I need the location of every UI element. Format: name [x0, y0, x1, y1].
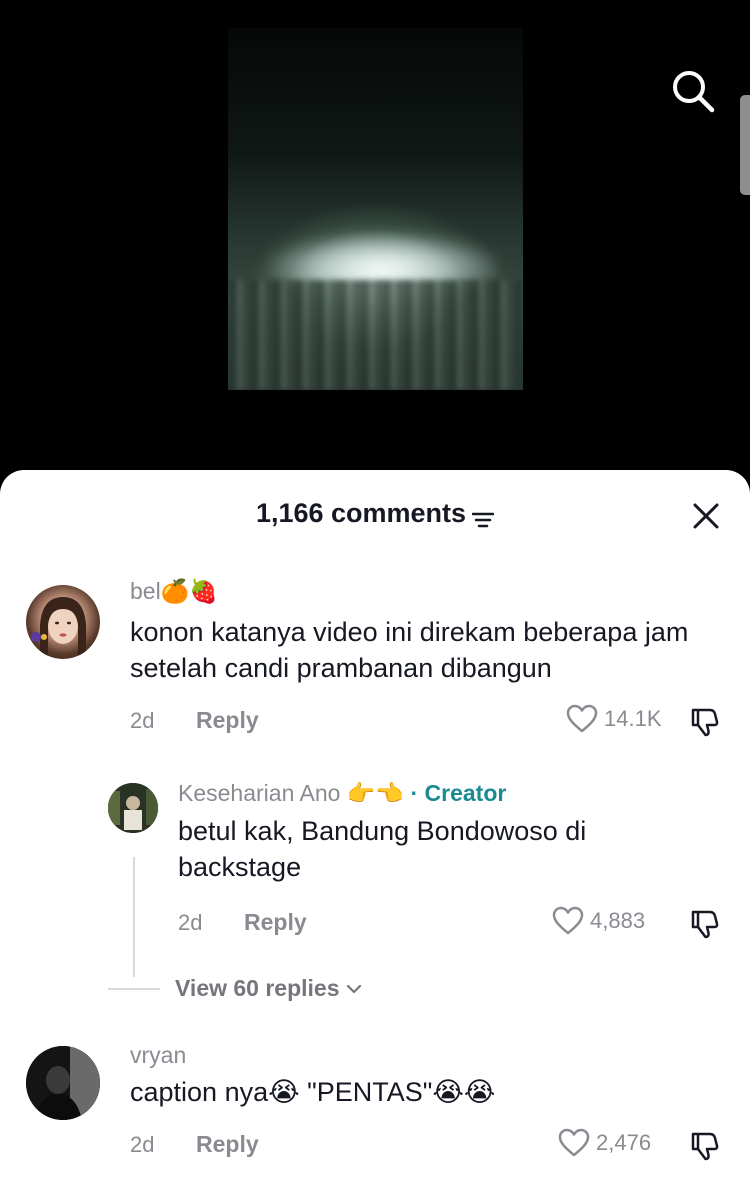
thread-line [133, 857, 135, 977]
comments-sheet: 1,166 comments bel🍊🍓 konon katanya video… [0, 470, 750, 1200]
like-button[interactable]: 14.1K [566, 704, 662, 734]
comment-username[interactable]: vryan [130, 1042, 186, 1069]
comment-time: 2d [130, 1132, 155, 1157]
heart-icon [552, 906, 584, 935]
reply-button[interactable]: Reply [244, 909, 307, 936]
view-replies-button[interactable]: View 60 replies [175, 975, 362, 1002]
comment-item: vryan caption nya😭 "PENTAS"😭😭 2d Reply 2… [0, 1030, 750, 1200]
comment-time: 2d [178, 910, 203, 935]
reply-button[interactable]: Reply [196, 707, 259, 734]
video-player[interactable] [228, 28, 523, 390]
like-count: 14.1K [604, 706, 662, 731]
like-count: 2,476 [596, 1130, 652, 1155]
creator-badge: · Creator [410, 780, 507, 806]
like-button[interactable]: 4,883 [552, 906, 645, 936]
comment-text: betul kak, Bandung Bondowoso di backstag… [178, 816, 587, 882]
avatar[interactable] [26, 1046, 100, 1120]
dislike-icon[interactable] [688, 908, 720, 940]
comment-time: 2d [130, 708, 155, 733]
heart-icon [566, 704, 598, 733]
video-area[interactable] [0, 0, 750, 490]
heart-icon [558, 1128, 590, 1157]
comment-username[interactable]: bel🍊🍓 [130, 578, 218, 605]
comment-text: caption nya😭 "PENTAS"😭😭 [130, 1077, 496, 1107]
comment-text: konon katanya video ini direkam beberapa… [130, 617, 689, 683]
reply-button[interactable]: Reply [196, 1131, 259, 1158]
dislike-icon[interactable] [688, 1130, 720, 1162]
scrollbar-handle[interactable] [740, 95, 750, 195]
reply-item: Keseharian Ano 👉👈 · Creator betul kak, B… [0, 760, 750, 960]
like-count: 4,883 [590, 908, 646, 933]
comment-username[interactable]: Keseharian Ano 👉👈 · Creator [178, 780, 506, 807]
comment-item: bel🍊🍓 konon katanya video ini direkam be… [0, 470, 750, 760]
video-crowd [228, 280, 523, 390]
search-icon[interactable] [668, 66, 718, 116]
like-button[interactable]: 2,476 [558, 1128, 651, 1158]
chevron-down-icon [346, 984, 361, 993]
avatar[interactable] [108, 783, 158, 833]
avatar[interactable] [26, 585, 100, 659]
view-replies-divider [108, 988, 160, 990]
dislike-icon[interactable] [688, 706, 720, 738]
